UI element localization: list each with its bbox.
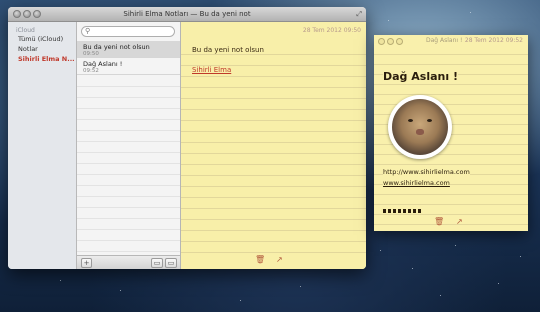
sidebar-header-icloud: iCloud: [16, 27, 35, 34]
notes-window: Sihirli Elma Notları — Bu da yeni not ⤢ …: [8, 7, 366, 269]
lion-eye: [408, 119, 413, 122]
note-url-plain: http://www.sihirlielma.com: [383, 168, 470, 176]
floating-note-window: Dağ Aslanı ! 28 Tem 2012 09:52 Dağ Aslan…: [374, 35, 528, 231]
note-title: Bu da yeni not olsun: [83, 43, 150, 51]
view-sidebar-button[interactable]: ▭: [165, 258, 177, 268]
notes-list: ⚲ Bu da yeni not olsun 09:50 Dağ Aslanı …: [77, 22, 181, 269]
minimize-button[interactable]: [387, 38, 394, 45]
empty-rows: [77, 76, 180, 255]
list-item[interactable]: Bu da yeni not olsun 09:50: [77, 41, 180, 58]
zoom-button[interactable]: [396, 38, 403, 45]
minimize-button[interactable]: [23, 10, 31, 18]
floating-note-title: Dağ Aslanı !: [426, 37, 463, 44]
note-time: 09:50: [83, 51, 99, 57]
fullscreen-icon[interactable]: ⤢: [356, 10, 362, 18]
floating-note-date: 28 Tem 2012 09:52: [464, 37, 523, 44]
note-title: Dağ Aslanı !: [83, 60, 123, 68]
add-note-button[interactable]: +: [81, 258, 92, 268]
sidebar-item-sihirli-elma[interactable]: Sihirli Elma N...: [8, 54, 76, 64]
sidebar-item-all-icloud[interactable]: Tümü (iCloud): [8, 34, 76, 44]
search-icon: ⚲: [85, 27, 91, 35]
star: [455, 245, 456, 246]
sidebar-item-notes[interactable]: Notlar: [8, 44, 76, 54]
star: [300, 286, 301, 287]
star: [440, 295, 441, 296]
note-url-link[interactable]: www.sihirlielma.com: [383, 179, 450, 187]
editor-footer: 🗑 ↗: [181, 253, 366, 269]
trash-icon[interactable]: 🗑: [255, 255, 265, 264]
view-list-button[interactable]: ▭: [151, 258, 163, 268]
close-button[interactable]: [13, 10, 21, 18]
list-item[interactable]: Dağ Aslanı ! 09:52: [77, 58, 180, 75]
note-heading: Dağ Aslanı !: [383, 70, 458, 83]
search-input[interactable]: ⚲: [81, 26, 175, 37]
note-date: 28 Tem 2012 09:50: [302, 27, 361, 34]
window-title: Sihirli Elma Notları — Bu da yeni not: [123, 10, 251, 18]
folders-sidebar: iCloud Tümü (iCloud) Notlar Sihirli Elma…: [8, 22, 77, 269]
list-toolbar: + ▭ ▭: [77, 255, 180, 269]
star: [388, 20, 389, 21]
lion-eye: [427, 119, 432, 122]
title-bar[interactable]: Sihirli Elma Notları — Bu da yeni not ⤢: [8, 7, 366, 22]
mountain-lion-image: [388, 95, 452, 159]
note-link[interactable]: Sihirli Elma: [192, 66, 231, 74]
lion-face: [392, 99, 448, 155]
floating-note-header[interactable]: Dağ Aslanı ! 28 Tem 2012 09:52: [374, 35, 528, 47]
trash-icon[interactable]: 🗑: [434, 217, 444, 226]
note-body-line: Bu da yeni not olsun: [192, 46, 264, 54]
share-icon[interactable]: ↗: [276, 255, 283, 264]
star: [240, 300, 241, 301]
star: [380, 250, 381, 251]
cut-off-text-line: [383, 209, 423, 213]
star: [520, 256, 521, 257]
share-icon[interactable]: ↗: [456, 217, 463, 226]
star: [498, 283, 499, 284]
lion-nose: [416, 129, 424, 135]
zoom-button[interactable]: [33, 10, 41, 18]
star: [470, 12, 471, 13]
star: [60, 280, 61, 281]
note-editor[interactable]: 28 Tem 2012 09:50 Bu da yeni not olsun S…: [181, 22, 366, 269]
star: [120, 290, 121, 291]
note-time: 09:52: [83, 68, 99, 74]
star: [412, 268, 413, 269]
close-button[interactable]: [378, 38, 385, 45]
